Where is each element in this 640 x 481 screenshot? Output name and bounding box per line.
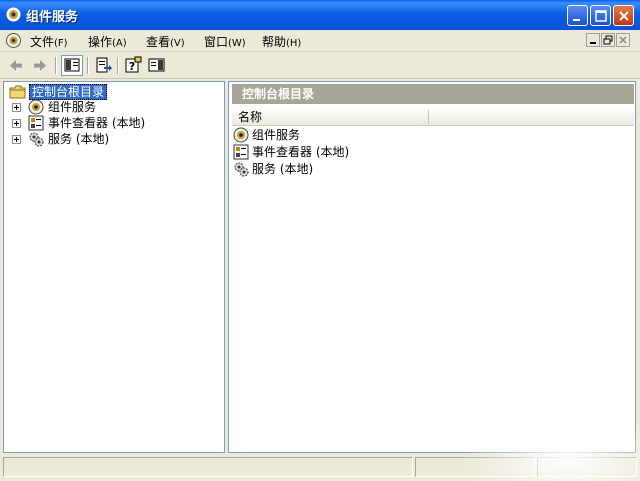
back-arrow-icon: [10, 60, 22, 71]
export-list-button[interactable]: [92, 55, 114, 76]
watermark-overlay: [460, 410, 640, 481]
tree-root-label: 控制台根目录: [29, 84, 108, 100]
result-pane-header: 控制台根目录: [232, 84, 634, 104]
help-icon: ?: [125, 56, 142, 73]
close-icon: [619, 11, 629, 21]
event-viewer-icon: [28, 115, 45, 131]
column-divider[interactable]: [428, 110, 429, 124]
toolbar-separator: [117, 57, 119, 74]
tree-item-label: 事件查看器 (本地): [48, 116, 146, 130]
show-hide-action-pane-button[interactable]: [146, 55, 168, 76]
gears-icon: [28, 131, 45, 147]
status-panel-1: [3, 457, 413, 477]
column-header-bar: [232, 108, 634, 126]
menu-file[interactable]: 文件(F): [30, 34, 68, 50]
minimize-button[interactable]: [567, 5, 588, 26]
close-icon: [619, 36, 627, 44]
title-bar[interactable]: [0, 0, 640, 30]
close-button[interactable]: [613, 5, 634, 26]
window-title: 组件服务: [26, 10, 79, 25]
svg-text:?: ?: [129, 60, 135, 73]
maximize-icon: [595, 10, 607, 22]
action-pane-icon: [148, 58, 165, 72]
forward-arrow-icon: [34, 60, 46, 71]
menu-help[interactable]: 帮助(H): [262, 34, 301, 50]
tree-item-label: 服务 (本地): [48, 132, 110, 146]
forward-button[interactable]: [29, 55, 51, 76]
menu-window[interactable]: 窗口(W): [204, 34, 246, 50]
export-list-icon: [96, 57, 112, 73]
minimize-icon: [590, 42, 596, 44]
component-services-icon: [28, 99, 45, 115]
gears-icon: [233, 161, 250, 177]
menu-view[interactable]: 查看(V): [146, 34, 185, 50]
show-hide-tree-button[interactable]: [61, 55, 83, 76]
maximize-button[interactable]: [590, 5, 611, 26]
mdi-restore-button[interactable]: [601, 33, 615, 47]
tree-pane-icon: [64, 58, 80, 72]
mdi-close-button[interactable]: [616, 33, 630, 47]
toolbar-separator: [55, 57, 57, 74]
back-button[interactable]: [5, 55, 27, 76]
tree-item-label: 组件服务: [48, 100, 97, 114]
minimize-icon: [573, 19, 580, 21]
expand-icon[interactable]: [12, 119, 21, 128]
column-header-name[interactable]: 名称: [238, 110, 262, 124]
system-menu-icon[interactable]: [5, 32, 22, 49]
component-services-icon: [233, 127, 250, 143]
event-viewer-icon: [233, 144, 250, 160]
list-item-label: 事件查看器 (本地): [252, 145, 350, 159]
expand-icon[interactable]: [12, 103, 21, 112]
restore-icon: [603, 35, 613, 45]
mdi-minimize-button[interactable]: [586, 33, 600, 47]
expand-icon[interactable]: [12, 135, 21, 144]
menu-action[interactable]: 操作(A): [88, 34, 127, 50]
toolbar-separator: [87, 57, 89, 74]
list-item-label: 服务 (本地): [252, 162, 314, 176]
component-services-icon: [5, 6, 22, 23]
list-item-label: 组件服务: [252, 128, 301, 142]
folder-icon: [9, 84, 27, 100]
help-button[interactable]: ?: [122, 55, 144, 76]
